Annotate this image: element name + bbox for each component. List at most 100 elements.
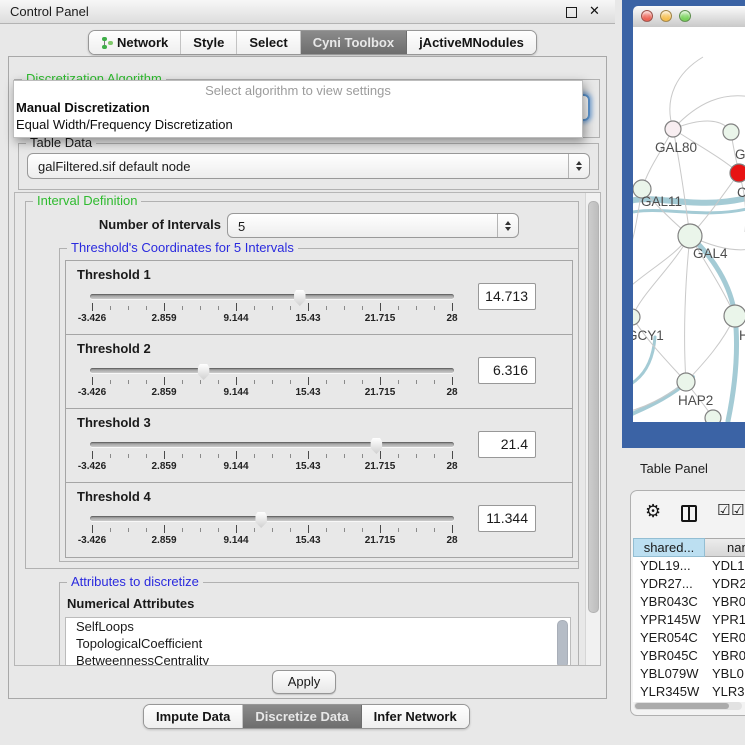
cell-name[interactable]: YBL0 [705, 665, 745, 683]
cell-name[interactable]: YBR0 [705, 593, 745, 611]
numerical-attributes-list[interactable]: SelfLoopsTopologicalCoefficientBetweenne… [65, 617, 571, 666]
threshold-slider[interactable]: -3.4262.8599.14415.4321.71528 [92, 437, 452, 477]
slider-track[interactable] [90, 294, 454, 299]
node-attribute-table[interactable]: shared... name YDL19...YDL1YDR27...YDR2Y… [633, 538, 745, 702]
tick-mark [110, 454, 111, 458]
tab-discretize-data[interactable]: Discretize Data [243, 705, 361, 728]
tick-mark [272, 528, 273, 532]
network-node[interactable] [705, 410, 721, 422]
tab-style[interactable]: Style [181, 31, 237, 54]
threshold-slider[interactable]: -3.4262.8599.14415.4321.71528 [92, 511, 452, 551]
cell-shared-name[interactable]: YLR345W [633, 683, 705, 701]
table-row[interactable]: YBR045CYBR0 [633, 647, 745, 665]
network-node-gal4[interactable] [678, 224, 702, 248]
attribute-list-item[interactable]: TopologicalCoefficient [66, 635, 570, 652]
network-edge[interactable] [686, 316, 735, 382]
algorithm-placeholder-item[interactable]: Select algorithm to view settings [14, 83, 582, 98]
network-node[interactable] [730, 164, 745, 182]
column-header-name[interactable]: name [705, 538, 745, 557]
table-row[interactable]: YDL19...YDL1 [633, 557, 745, 575]
table-row[interactable]: YDR27...YDR2 [633, 575, 745, 593]
cell-name[interactable]: YDR2 [705, 575, 745, 593]
table-horizontal-scrollbar-thumb[interactable] [635, 703, 729, 709]
close-icon[interactable]: ✕ [589, 3, 600, 19]
slider-track[interactable] [90, 368, 454, 373]
table-row[interactable]: YPR145WYPR1 [633, 611, 745, 629]
network-canvas[interactable]: GAL80GAL7CGAL11GAL4GCY1HHAP2 [633, 27, 745, 422]
slider-track[interactable] [90, 442, 454, 447]
cell-shared-name[interactable]: YPR145W [633, 611, 705, 629]
network-edge[interactable] [673, 121, 731, 132]
checkbox-checked-icon-1[interactable]: ☑ [717, 503, 730, 518]
spinner-stepper-icon[interactable] [497, 214, 518, 237]
table-row[interactable]: YLR345WYLR3 [633, 683, 745, 701]
cell-name[interactable]: YDL1 [705, 557, 745, 575]
minimize-traffic-light-icon[interactable] [660, 10, 672, 22]
tab-infer-network[interactable]: Infer Network [362, 705, 469, 728]
close-traffic-light-icon[interactable] [641, 10, 653, 22]
number-of-intervals-spinner[interactable]: 5 [227, 213, 519, 238]
table-row[interactable]: YBR043CYBR0 [633, 593, 745, 611]
network-edge[interactable] [685, 236, 690, 382]
cell-shared-name[interactable]: YBL079W [633, 665, 705, 683]
threshold-label: Threshold 3 [77, 415, 151, 430]
network-edge[interactable] [633, 317, 686, 382]
cell-shared-name[interactable]: YDL19... [633, 557, 705, 575]
tab-network[interactable]: Network [89, 31, 181, 54]
tick-mark [236, 451, 237, 459]
network-edge[interactable] [642, 129, 673, 189]
network-edge-highlighted[interactable] [728, 316, 737, 421]
algorithm-option[interactable]: Manual Discretization [16, 100, 580, 117]
vertical-scrollbar[interactable] [585, 193, 600, 665]
network-node[interactable] [723, 124, 739, 140]
threshold-value-field[interactable]: 21.4 [478, 431, 536, 458]
table-row[interactable]: YBL079WYBL0 [633, 665, 745, 683]
column-header-shared[interactable]: shared... [633, 538, 705, 557]
checkbox-checked-icon-2[interactable]: ☑ [731, 503, 744, 518]
cell-shared-name[interactable]: YBR043C [633, 593, 705, 611]
cell-shared-name[interactable]: YER054C [633, 629, 705, 647]
threshold-slider[interactable]: -3.4262.8599.14415.4321.71528 [92, 363, 452, 403]
tick-mark [128, 306, 129, 310]
threshold-value-field[interactable]: 11.344 [478, 505, 536, 532]
tab-cyni-toolbox[interactable]: Cyni Toolbox [301, 31, 407, 54]
scale-tick-label: 21.715 [365, 313, 396, 324]
network-edge-highlighted[interactable] [633, 337, 655, 387]
cell-name[interactable]: YPR1 [705, 611, 745, 629]
network-edge[interactable] [633, 236, 690, 317]
float-window-icon[interactable] [566, 7, 577, 18]
column-layout-icon[interactable] [681, 505, 697, 522]
attribute-list-item[interactable]: BetweennessCentrality [66, 652, 570, 666]
tick-mark [146, 528, 147, 532]
cell-name[interactable]: YLR3 [705, 683, 745, 701]
cell-shared-name[interactable]: YBR045C [633, 647, 705, 665]
vertical-scrollbar-thumb[interactable] [588, 201, 599, 613]
threshold-value-field[interactable]: 6.316 [478, 357, 536, 384]
settings-gear-icon[interactable]: ⚙ [645, 502, 661, 520]
table-row[interactable]: YER054CYER0 [633, 629, 745, 647]
attribute-list-item[interactable]: SelfLoops [66, 618, 570, 635]
table-data-combo[interactable]: galFiltered.sif default node [27, 153, 590, 179]
threshold-value-field[interactable]: 14.713 [478, 283, 536, 310]
network-node-hap2[interactable] [677, 373, 695, 391]
network-edge[interactable] [670, 57, 703, 129]
cell-name[interactable]: YBR0 [705, 647, 745, 665]
slider-track[interactable] [90, 516, 454, 521]
network-node[interactable] [724, 305, 745, 327]
tab-select[interactable]: Select [237, 31, 300, 54]
table-horizontal-scrollbar[interactable] [634, 702, 742, 710]
cell-shared-name[interactable]: YDR27... [633, 575, 705, 593]
tab-jactivemnodules[interactable]: jActiveMNodules [407, 31, 536, 54]
zoom-traffic-light-icon[interactable] [679, 10, 691, 22]
network-node-gal80[interactable] [665, 121, 681, 137]
list-scrollbar[interactable] [557, 620, 568, 666]
threshold-slider[interactable]: -3.4262.8599.14415.4321.71528 [92, 289, 452, 329]
algorithm-option[interactable]: Equal Width/Frequency Discretization [16, 117, 580, 134]
tab-impute-data[interactable]: Impute Data [144, 705, 243, 728]
scale-tick-label: 9.144 [223, 313, 248, 324]
cell-name[interactable]: YER0 [705, 629, 745, 647]
combo-stepper-icon[interactable] [568, 154, 589, 178]
apply-button[interactable]: Apply [272, 670, 336, 694]
network-node-gcy1[interactable] [633, 309, 640, 325]
network-edge[interactable] [673, 96, 745, 129]
